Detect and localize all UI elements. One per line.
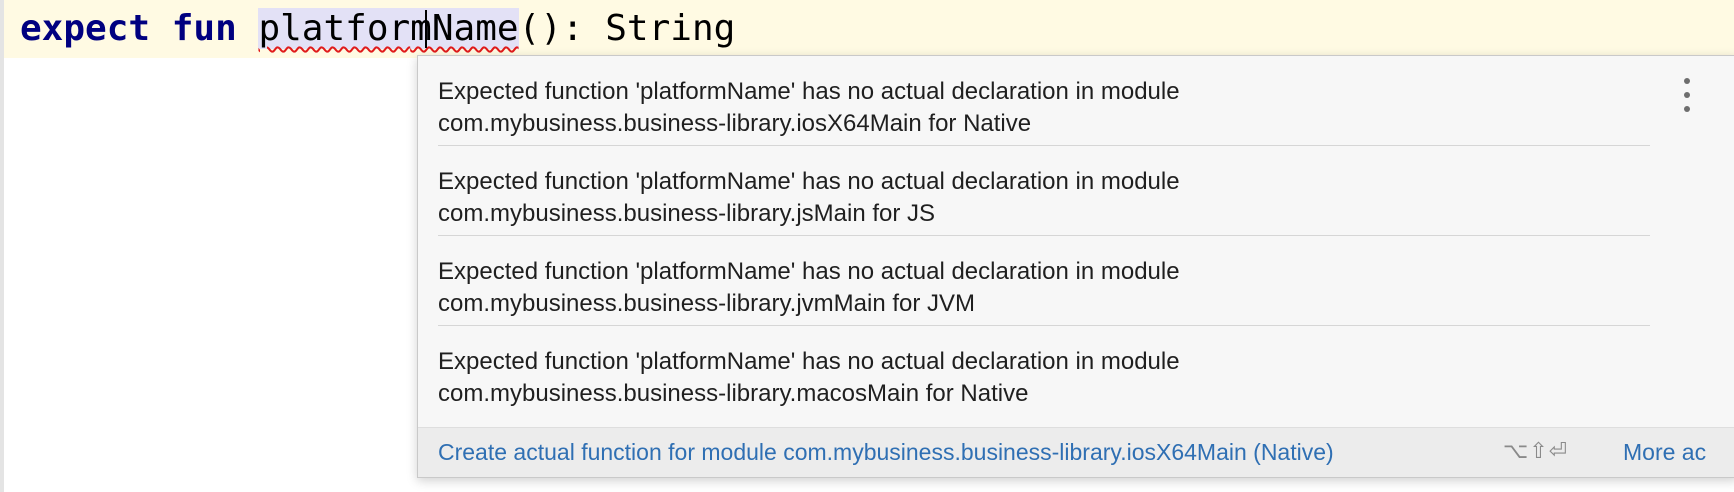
- error-message-line-1: Expected function 'platformName' has no …: [438, 78, 1180, 105]
- error-message-item: Expected function 'platformName' has no …: [418, 56, 1650, 146]
- current-code-line[interactable]: expect fun platformName(): String: [4, 0, 1734, 58]
- error-message-line-2: com.mybusiness.business-library.jsMain f…: [438, 200, 936, 227]
- keyboard-shortcut-hint: ⌥⇧⏎: [1503, 439, 1569, 464]
- error-message-line-2: com.mybusiness.business-library.iosX64Ma…: [438, 110, 1032, 137]
- error-message-line-1: Expected function 'platformName' has no …: [438, 348, 1180, 375]
- code-editor[interactable]: expect fun platformName(): String Expect…: [0, 0, 1734, 492]
- error-message-list: Expected function 'platformName' has no …: [418, 56, 1650, 416]
- error-message-line-1: Expected function 'platformName' has no …: [438, 168, 1180, 195]
- text-caret: [425, 10, 427, 48]
- error-message-line-2: com.mybusiness.business-library.macosMai…: [438, 380, 1029, 407]
- keyword-expect: expect: [20, 8, 151, 49]
- identifier-part-1: platfor: [258, 8, 411, 49]
- quick-fix-footer: Create actual function for module com.my…: [418, 427, 1734, 477]
- error-message-line-1: Expected function 'platformName' has no …: [438, 258, 1180, 285]
- signature-rest: (): String: [518, 8, 736, 49]
- error-message-item: Expected function 'platformName' has no …: [418, 146, 1650, 236]
- error-tooltip-popup: Expected function 'platformName' has no …: [417, 55, 1734, 478]
- function-name-identifier[interactable]: platformName: [258, 8, 519, 49]
- error-message-line-2: com.mybusiness.business-library.jvmMain …: [438, 290, 976, 317]
- menu-dot: [1684, 106, 1690, 112]
- vertical-ellipsis-icon[interactable]: [1680, 78, 1694, 112]
- error-message-item: Expected function 'platformName' has no …: [418, 236, 1650, 326]
- code-text: expect fun platformName(): String: [20, 6, 735, 52]
- keyword-fun: fun: [171, 8, 237, 49]
- menu-dot: [1684, 78, 1690, 84]
- error-message-item: Expected function 'platformName' has no …: [418, 326, 1628, 416]
- more-actions-link[interactable]: More ac: [1623, 437, 1706, 467]
- menu-dot: [1684, 92, 1690, 98]
- create-actual-function-link[interactable]: Create actual function for module com.my…: [438, 437, 1334, 467]
